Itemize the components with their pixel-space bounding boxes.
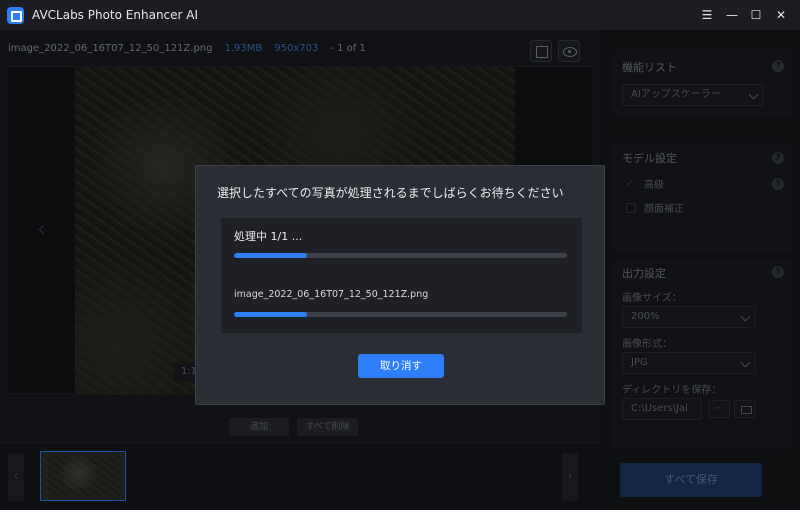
dialog-title: 選択したすべての写真が処理されるまでしばらくお待ちください [217, 186, 564, 200]
file-progress-fill [234, 312, 308, 317]
title-bar: AVCLabs Photo Enhancer AI ☰ — ☐ ✕ [0, 0, 800, 30]
processing-dialog: 選択したすべての写真が処理されるまでしばらくお待ちください 処理中 1/1 ..… [195, 165, 605, 405]
menu-icon[interactable]: ☰ [697, 6, 717, 24]
close-button[interactable]: ✕ [771, 6, 791, 24]
progress-box: 処理中 1/1 ... image_2022_06_16T07_12_50_12… [221, 218, 582, 333]
current-file-label: image_2022_06_16T07_12_50_121Z.png [234, 289, 429, 300]
app-logo-icon [7, 7, 24, 24]
file-progress-bar [234, 312, 567, 317]
overall-progress-fill [234, 253, 308, 258]
minimize-button[interactable]: — [722, 6, 742, 24]
cancel-button[interactable]: 取り消す [358, 354, 444, 378]
maximize-button[interactable]: ☐ [746, 6, 766, 24]
processing-label: 処理中 1/1 ... [234, 230, 303, 243]
app-title: AVCLabs Photo Enhancer AI [32, 8, 199, 22]
overall-progress-bar [234, 253, 567, 258]
